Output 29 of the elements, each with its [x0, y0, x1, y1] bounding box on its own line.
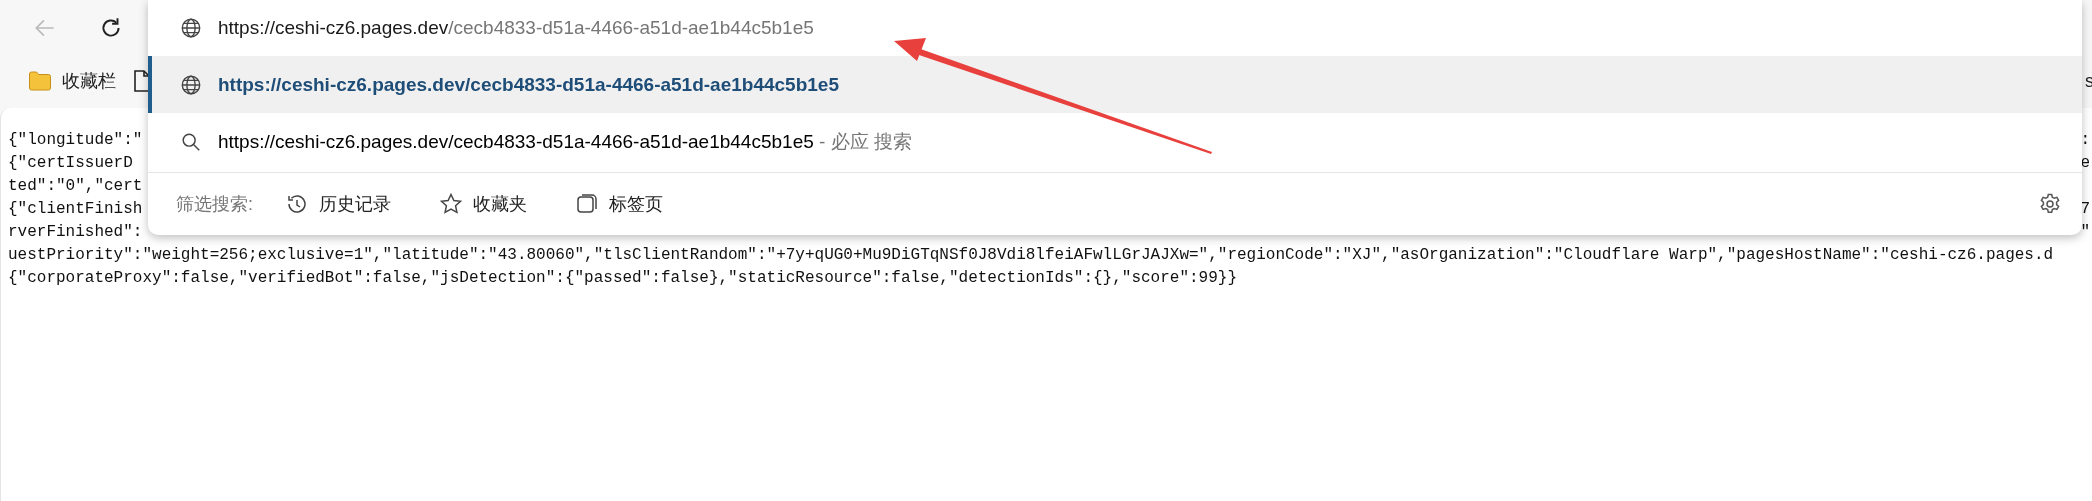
json-text-fragment: 7: [2080, 199, 2090, 220]
suggestion-item[interactable]: https://ceshi-cz6.pages.dev/cecb4833-d51a-4466-a51d-ae1b44c5b1e5 - 必应 搜索: [148, 113, 2082, 170]
json-text-fragment: e: [2080, 153, 2090, 174]
suggestion-item[interactable]: https://ceshi-cz6.pages.dev/cecb4833-d51a-4466-a51d-ae1b44c5b1e5: [148, 56, 2082, 113]
globe-icon: [180, 73, 202, 96]
json-text-line: rverFinished":: [8, 222, 143, 243]
suggestion-text: https://ceshi-cz6.pages.dev/cecb4833-d51a-4466-a51d-ae1b44c5b1e5: [218, 73, 839, 95]
bookmark-folder[interactable]: 收藏栏: [24, 67, 120, 95]
json-text-line: {"certIssuerD: [8, 153, 133, 174]
tabs-icon: [575, 192, 599, 216]
filter-option[interactable]: 标签页: [569, 188, 669, 220]
suggestion-text: https://ceshi-cz6.pages.dev/cecb4833-d51a-4466-a51d-ae1b44c5b1e5: [218, 130, 814, 152]
filter-label: 筛选搜索:: [176, 193, 253, 216]
json-text-line: {"clientFinish: [8, 199, 143, 220]
filter-option[interactable]: 收藏夹: [433, 188, 533, 220]
filter-option[interactable]: 历史记录: [279, 188, 397, 220]
address-field[interactable]: https://ceshi-cz6.pages.dev/cecb4833-d51a-4466-a51d-ae1b44c5b1e5: [218, 17, 814, 39]
json-text-line: ted":"0","cert: [8, 176, 143, 197]
json-text-fragment: ": [2080, 222, 2090, 243]
json-text-line: uestPriority":"weight=256;exclusive=1","latitude":"43.80060","tlsClientRandom":"+7y+qUG0+Mu9DiGTqNSf0J8Vdi8lfeiAFwlLGrJAJXw=","regionCode":"XJ","asOrganization":"Cloudflare Warp","pagesHostName":"ceshi-cz6.pages.d: [8, 245, 2054, 266]
history-icon: [285, 192, 309, 216]
json-text-line: {"longitude":": [8, 130, 143, 151]
search-engine-label: - 必应 搜索: [818, 130, 912, 152]
page-icon: [134, 70, 150, 92]
json-text-line: {"corporateProxy":false,"verifiedBot":false,"jsDetection":{"passed":false},"staticResource":false,"detectionIds":{},"score":99}}: [8, 268, 1237, 289]
json-text-fragment: :: [2080, 130, 2090, 151]
folder-icon: [28, 70, 52, 92]
globe-icon: [180, 17, 202, 39]
star-icon: [439, 192, 463, 216]
